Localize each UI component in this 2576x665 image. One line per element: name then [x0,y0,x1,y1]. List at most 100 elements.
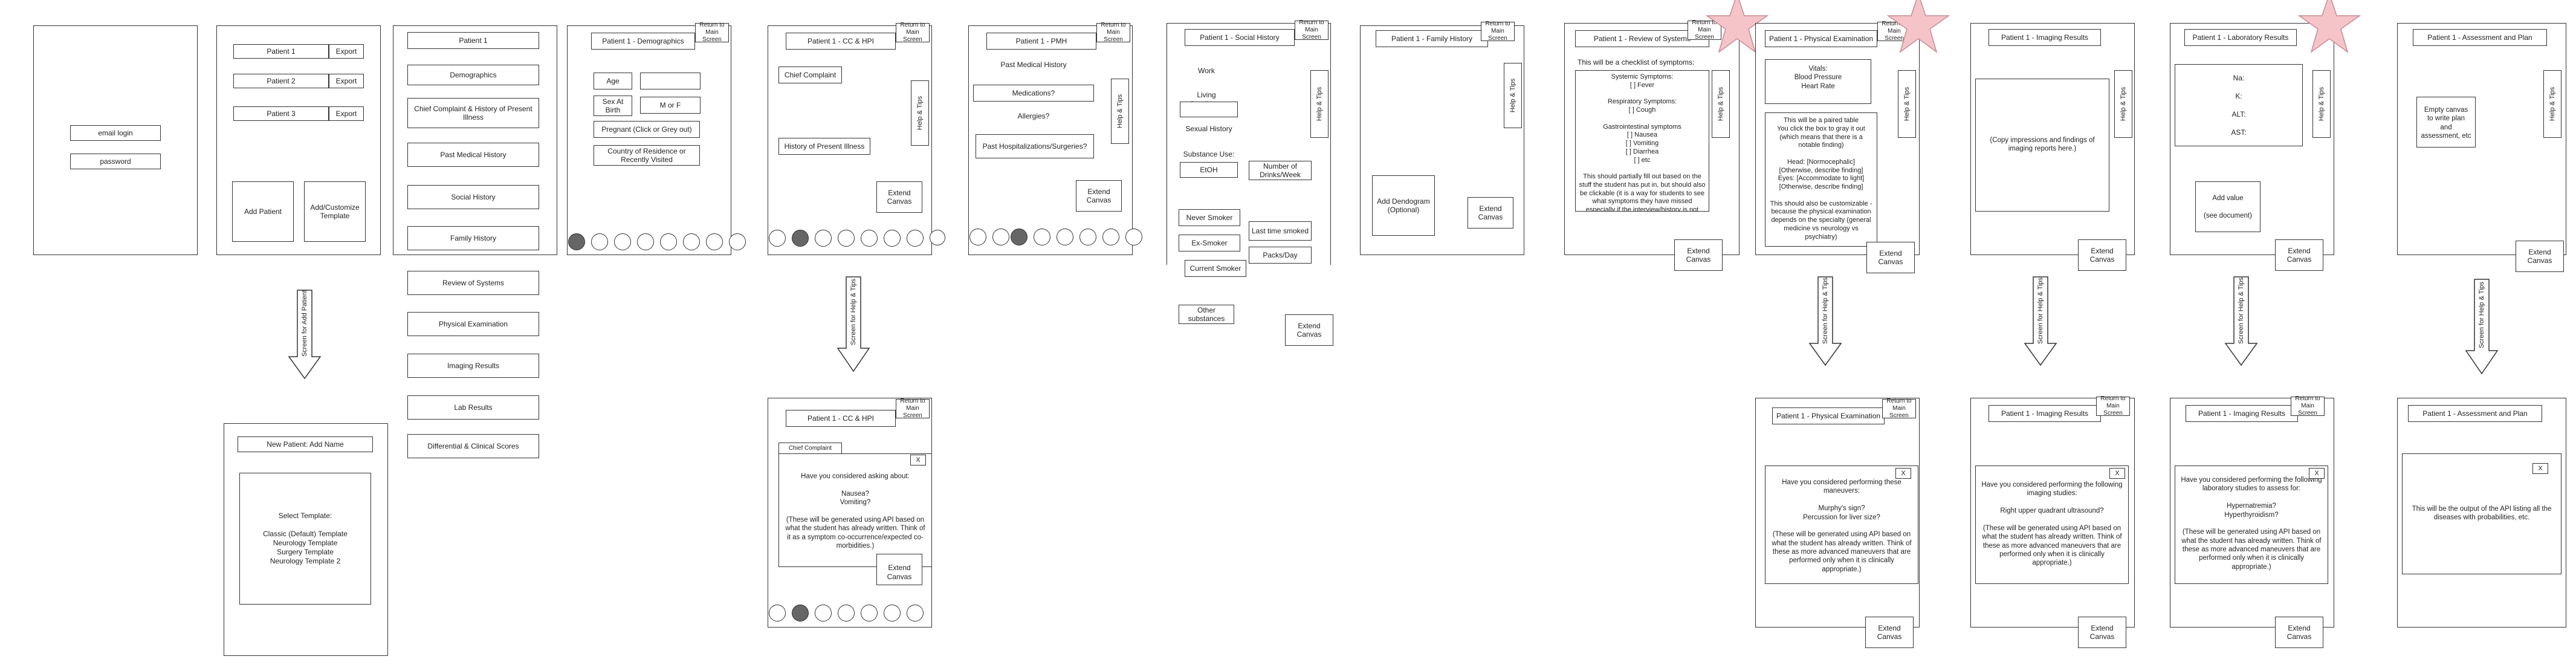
empty-canvas-field[interactable]: Empty canvas to write plan and assessmen… [2416,97,2476,148]
medications-field[interactable]: Medications? [973,85,1094,102]
menu-item-differential[interactable]: Differential & Clinical Scores [407,434,539,458]
password-field[interactable]: password [70,154,161,169]
extend-canvas-button[interactable]: Extend Canvas [1285,314,1333,346]
current-smoker-option[interactable]: Current Smoker [1185,260,1246,277]
menu-item-demographics[interactable]: Demographics [407,65,539,85]
sex-input[interactable]: M or F [640,97,701,114]
menu-item-labs[interactable]: Lab Results [407,395,539,420]
menu-item-cc-hpi[interactable]: Chief Complaint & History of Present Ill… [407,98,539,128]
add-patient-button[interactable]: Add Patient [232,181,294,242]
never-smoker-option[interactable]: Never Smoker [1179,209,1240,226]
chief-complaint-field[interactable]: Chief Complaint [778,66,842,83]
page-dot-active[interactable] [792,605,809,621]
drinks-field[interactable]: Number of Drinks/Week [1249,161,1312,180]
page-dot[interactable] [930,230,945,245]
add-template-button[interactable]: Add/Customize Template [304,181,366,242]
extend-canvas-button[interactable]: Extend Canvas [1076,180,1122,212]
page-dot[interactable] [660,233,677,250]
page-dot[interactable] [907,230,924,247]
page-dot[interactable] [969,229,986,245]
page-dot-active[interactable] [1011,229,1027,245]
extend-canvas-button[interactable]: Extend Canvas [876,554,922,585]
close-button[interactable]: X [2532,463,2548,474]
email-field[interactable]: email login [70,125,161,141]
help-tips-button[interactable]: Help & Tips [1504,63,1522,128]
page-dot-active[interactable] [568,233,585,250]
page-dot[interactable] [1079,229,1096,245]
page-dot[interactable] [907,605,924,621]
hpi-field[interactable]: History of Present Illness [778,138,870,155]
age-input[interactable] [640,73,701,89]
help-tips-button[interactable]: Help & Tips [2114,70,2132,138]
return-button[interactable]: Return to Main Screen [695,22,729,43]
extend-canvas-button[interactable]: Extend Canvas [1468,197,1513,229]
extend-canvas-button[interactable]: Extend Canvas [876,181,922,213]
extend-canvas-button[interactable]: Extend Canvas [2516,241,2564,272]
return-button[interactable]: Return to Main Screen [2291,395,2325,417]
ex-smoker-option[interactable]: Ex-Smoker [1179,235,1240,251]
export-button[interactable]: Export [329,74,364,88]
patient-row[interactable]: Patient 3 [233,106,329,121]
etoh-field[interactable]: EtOH [1180,162,1238,178]
extend-canvas-button[interactable]: Extend Canvas [2078,617,2126,648]
page-dot-active[interactable] [792,230,809,247]
page-dot[interactable] [769,605,786,621]
close-button[interactable]: X [2309,468,2325,479]
return-button[interactable]: Return to Main Screen [1481,21,1515,42]
extend-canvas-button[interactable]: Extend Canvas [1865,617,1914,648]
patient-row[interactable]: Patient 2 [233,74,329,88]
return-button[interactable]: Return to Main Screen [1096,22,1130,43]
return-button[interactable]: Return to Main Screen [1295,19,1328,41]
new-patient-title[interactable]: New Patient: Add Name [238,436,373,452]
help-tips-button[interactable]: Help & Tips [1898,70,1916,138]
last-smoked-field[interactable]: Last time smoked [1249,221,1312,241]
page-dot[interactable] [838,605,855,621]
page-dot[interactable] [683,233,700,250]
page-dot[interactable] [769,230,786,247]
menu-item-pmh[interactable]: Past Medical History [407,143,539,167]
export-button[interactable]: Export [329,44,364,59]
close-button[interactable]: X [910,455,926,465]
page-dot[interactable] [591,233,608,250]
lab-values-list[interactable]: Na: K: ALT: AST: [2175,64,2303,146]
return-button[interactable]: Return to Main Screen [2096,395,2130,417]
menu-item-ros[interactable]: Review of Systems [407,271,539,295]
page-dot[interactable] [861,605,878,621]
page-dot[interactable] [884,230,901,247]
page-dot[interactable] [729,233,746,250]
page-dot[interactable] [706,233,723,250]
extend-canvas-button[interactable]: Extend Canvas [2275,617,2323,648]
close-button[interactable]: X [2109,468,2125,479]
packs-field[interactable]: Packs/Day [1249,247,1312,264]
template-selector[interactable]: Select Template: Classic (Default) Templ… [239,473,371,605]
page-dot[interactable] [884,605,901,621]
country-field[interactable]: Country of Residence or Recently Visited [594,145,700,166]
close-button[interactable]: X [1895,468,1911,479]
return-button[interactable]: Return to Main Screen [1882,398,1916,419]
page-dot[interactable] [861,230,878,247]
page-dot[interactable] [1057,229,1073,245]
page-dot[interactable] [1102,229,1119,245]
help-tips-button[interactable]: Help & Tips [1111,79,1129,144]
extend-canvas-button[interactable]: Extend Canvas [1674,239,1723,271]
extend-canvas-button[interactable]: Extend Canvas [2275,239,2323,271]
return-button[interactable]: Return to Main Screen [896,398,930,419]
living-field[interactable] [1180,102,1238,117]
add-value-button[interactable]: Add value (see document) [2195,181,2260,232]
page-dot[interactable] [815,605,832,621]
page-dot[interactable] [992,229,1009,245]
dendrogram-field[interactable]: Add Dendogram (Optional) [1372,175,1435,236]
page-dot[interactable] [1125,229,1142,245]
menu-item-social[interactable]: Social History [407,185,539,209]
help-tips-button[interactable]: Help & Tips [2543,70,2561,138]
page-dot[interactable] [1034,229,1050,245]
other-substances-field[interactable]: Other substances [1179,305,1234,324]
page-dot[interactable] [637,233,654,250]
vitals-field[interactable]: Vitals: Blood Pressure Heart Rate [1765,59,1871,104]
page-dot[interactable] [815,230,832,247]
page-dot[interactable] [614,233,631,250]
page-dot[interactable] [838,230,855,247]
chief-complaint-field[interactable]: Chief Complaint [778,443,842,455]
pe-table[interactable]: This will be a paired table You click th… [1765,112,1877,247]
export-button[interactable]: Export [329,106,364,121]
